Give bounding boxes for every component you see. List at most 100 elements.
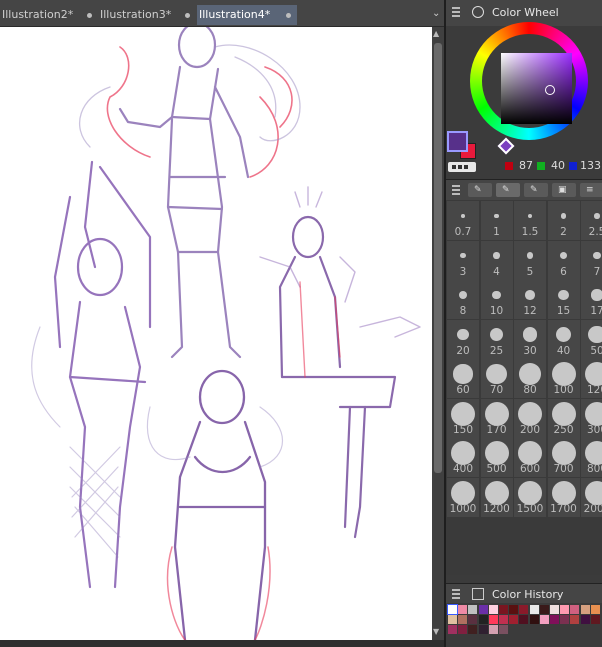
color-history-swatch[interactable] (529, 615, 539, 625)
brush-size-cell[interactable]: 1500 (514, 477, 546, 517)
brush-size-cell[interactable]: 100 (547, 359, 580, 398)
tab-illustration3[interactable]: Illustration3* (98, 5, 196, 25)
brush-size-cell[interactable]: 120 (581, 359, 602, 398)
color-history-swatch[interactable] (539, 615, 549, 625)
main-color-swatch[interactable] (447, 131, 468, 152)
color-history-swatch[interactable] (499, 615, 508, 625)
close-tab-icon[interactable] (87, 13, 92, 18)
brush-size-cell[interactable]: 400 (447, 438, 479, 477)
scroll-down-icon[interactable]: ▼ (433, 627, 439, 636)
brush-size-cell[interactable]: 1 (480, 201, 513, 240)
scroll-up-icon[interactable]: ▲ (433, 29, 439, 38)
brush-size-cell[interactable]: 800 (581, 438, 602, 477)
color-history-swatch[interactable] (468, 605, 478, 614)
brush-size-cell[interactable]: 2 (547, 201, 580, 240)
color-history-swatch[interactable] (468, 615, 478, 625)
brush-size-cell[interactable]: 1000 (447, 477, 479, 517)
color-history-swatch[interactable] (509, 605, 519, 614)
color-history-swatch[interactable] (590, 615, 600, 625)
color-history-swatch[interactable] (499, 605, 508, 614)
color-history-swatch[interactable] (550, 615, 559, 625)
color-history-swatch[interactable] (570, 605, 580, 614)
color-history-swatch[interactable] (458, 615, 468, 625)
canvas-vertical-scrollbar[interactable]: ▲ ▼ (432, 27, 444, 640)
brush-size-cell[interactable]: 600 (514, 438, 546, 477)
transparent-color-toggle[interactable] (448, 162, 476, 172)
color-history-swatch[interactable] (590, 605, 600, 614)
brush-size-cell[interactable]: 50 (581, 319, 602, 359)
brush-size-cell[interactable]: 1700 (547, 477, 580, 517)
brush-size-cell[interactable]: 2000 (581, 477, 602, 517)
tab-brush-size[interactable]: ✎ (496, 183, 520, 197)
brush-size-cell[interactable]: 10 (480, 280, 513, 319)
tab-pen-tool[interactable]: ✎ (468, 183, 492, 197)
panel-menu-icon[interactable] (452, 185, 460, 195)
color-history-swatch[interactable] (448, 615, 457, 625)
blue-value[interactable]: 133 (580, 159, 601, 172)
brush-size-cell[interactable]: 20 (447, 319, 479, 359)
brush-size-cell[interactable]: 40 (547, 319, 580, 359)
color-history-swatch[interactable] (468, 625, 478, 635)
tab-illustration2[interactable]: Illustration2* (0, 5, 98, 25)
color-history-swatch[interactable] (560, 605, 570, 614)
drawing-canvas[interactable] (0, 27, 432, 640)
tab-layer-property[interactable]: ▣ (552, 183, 576, 197)
brush-size-cell[interactable]: 150 (447, 398, 479, 438)
brush-size-cell[interactable]: 700 (547, 438, 580, 477)
brush-size-cell[interactable]: 1200 (480, 477, 513, 517)
color-history-swatch[interactable] (447, 604, 458, 615)
color-history-swatch[interactable] (539, 605, 549, 614)
brush-size-cell[interactable]: 30 (514, 319, 546, 359)
scrollbar-thumb[interactable] (434, 43, 442, 473)
brush-size-cell[interactable]: 15 (547, 280, 580, 319)
red-value[interactable]: 87 (519, 159, 533, 172)
brush-size-cell[interactable]: 2.5 (581, 201, 602, 240)
tab-eraser-tool[interactable]: ✎ (524, 183, 548, 197)
saturation-value-square[interactable] (501, 53, 572, 124)
tab-tool-property[interactable]: ≡ (580, 183, 602, 197)
color-history-swatch[interactable] (519, 615, 529, 625)
color-history-swatch[interactable] (580, 605, 590, 614)
brush-size-cell[interactable]: 17 (581, 280, 602, 319)
brush-size-cell[interactable]: 70 (480, 359, 513, 398)
brush-size-cell[interactable]: 25 (480, 319, 513, 359)
color-history-swatch[interactable] (448, 625, 457, 635)
brush-size-cell[interactable]: 5 (514, 240, 546, 280)
brush-size-cell[interactable]: 1.5 (514, 201, 546, 240)
brush-size-cell[interactable]: 12 (514, 280, 546, 319)
sv-cursor[interactable] (545, 85, 555, 95)
color-history-swatch[interactable] (488, 625, 498, 635)
close-tab-icon[interactable] (286, 13, 291, 18)
panel-menu-icon[interactable] (452, 589, 460, 599)
color-history-swatch[interactable] (519, 605, 529, 614)
green-value[interactable]: 40 (551, 159, 565, 172)
color-history-swatch[interactable] (478, 605, 488, 614)
brush-size-cell[interactable]: 200 (514, 398, 546, 438)
brush-size-cell[interactable]: 3 (447, 240, 479, 280)
brush-size-cell[interactable]: 170 (480, 398, 513, 438)
brush-size-cell[interactable]: 300 (581, 398, 602, 438)
color-history-swatch[interactable] (550, 605, 559, 614)
color-history-swatch[interactable] (478, 615, 488, 625)
color-history-swatch[interactable] (570, 615, 580, 625)
brush-size-cell[interactable]: 4 (480, 240, 513, 280)
panel-menu-icon[interactable] (452, 7, 460, 17)
brush-size-cell[interactable]: 8 (447, 280, 479, 319)
brush-size-cell[interactable]: 60 (447, 359, 479, 398)
brush-size-cell[interactable]: 80 (514, 359, 546, 398)
brush-size-cell[interactable]: 250 (547, 398, 580, 438)
tab-illustration4[interactable]: Illustration4* (197, 5, 297, 25)
color-history-swatch[interactable] (509, 615, 519, 625)
color-history-swatch[interactable] (488, 615, 498, 625)
brush-size-cell[interactable]: 0.7 (447, 201, 479, 240)
brush-size-cell[interactable]: 7 (581, 240, 602, 280)
color-history-swatch[interactable] (499, 625, 508, 635)
color-history-swatch[interactable] (529, 605, 539, 614)
brush-size-cell[interactable]: 6 (547, 240, 580, 280)
close-tab-icon[interactable] (185, 13, 190, 18)
color-history-swatch[interactable] (560, 615, 570, 625)
brush-size-cell[interactable]: 500 (480, 438, 513, 477)
color-history-swatch[interactable] (488, 605, 498, 614)
tab-list-chevron-icon[interactable]: ⌄ (432, 8, 440, 19)
color-history-swatch[interactable] (458, 605, 468, 614)
